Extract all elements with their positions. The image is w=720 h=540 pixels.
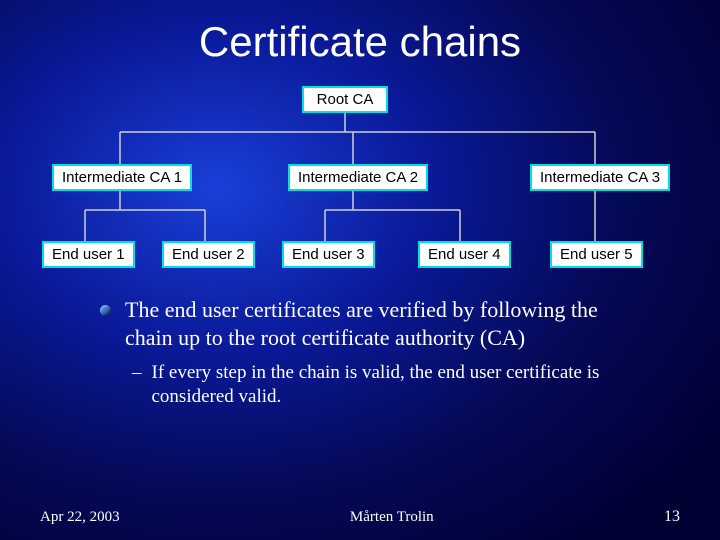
- node-intermediate-1: Intermediate CA 1: [52, 164, 192, 191]
- footer-date: Apr 22, 2003: [40, 509, 120, 526]
- dash-icon: –: [132, 361, 142, 385]
- bullet-sub-text: If every step in the chain is valid, the…: [152, 361, 641, 409]
- node-end-user-5: End user 5: [550, 241, 643, 268]
- bullet-sub: – If every step in the chain is valid, t…: [100, 361, 640, 409]
- cert-chain-diagram: Root CA Intermediate CA 1 Intermediate C…: [40, 86, 680, 276]
- node-end-user-3: End user 3: [282, 241, 375, 268]
- node-end-user-1: End user 1: [42, 241, 135, 268]
- slide: Certificate chains Root CA Intermediate …: [0, 0, 720, 540]
- bullet-main-text: The end user certificates are verified b…: [125, 296, 640, 351]
- bullet-icon: [100, 305, 111, 316]
- node-intermediate-2: Intermediate CA 2: [288, 164, 428, 191]
- footer: Apr 22, 2003 Mårten Trolin 13: [40, 508, 680, 526]
- slide-title: Certificate chains: [40, 18, 680, 66]
- body-text: The end user certificates are verified b…: [40, 296, 680, 409]
- bullet-main: The end user certificates are verified b…: [100, 296, 640, 351]
- footer-author: Mårten Trolin: [350, 509, 434, 526]
- node-intermediate-3: Intermediate CA 3: [530, 164, 670, 191]
- node-end-user-4: End user 4: [418, 241, 511, 268]
- node-root-ca: Root CA: [302, 86, 388, 113]
- node-end-user-2: End user 2: [162, 241, 255, 268]
- footer-page: 13: [664, 508, 680, 526]
